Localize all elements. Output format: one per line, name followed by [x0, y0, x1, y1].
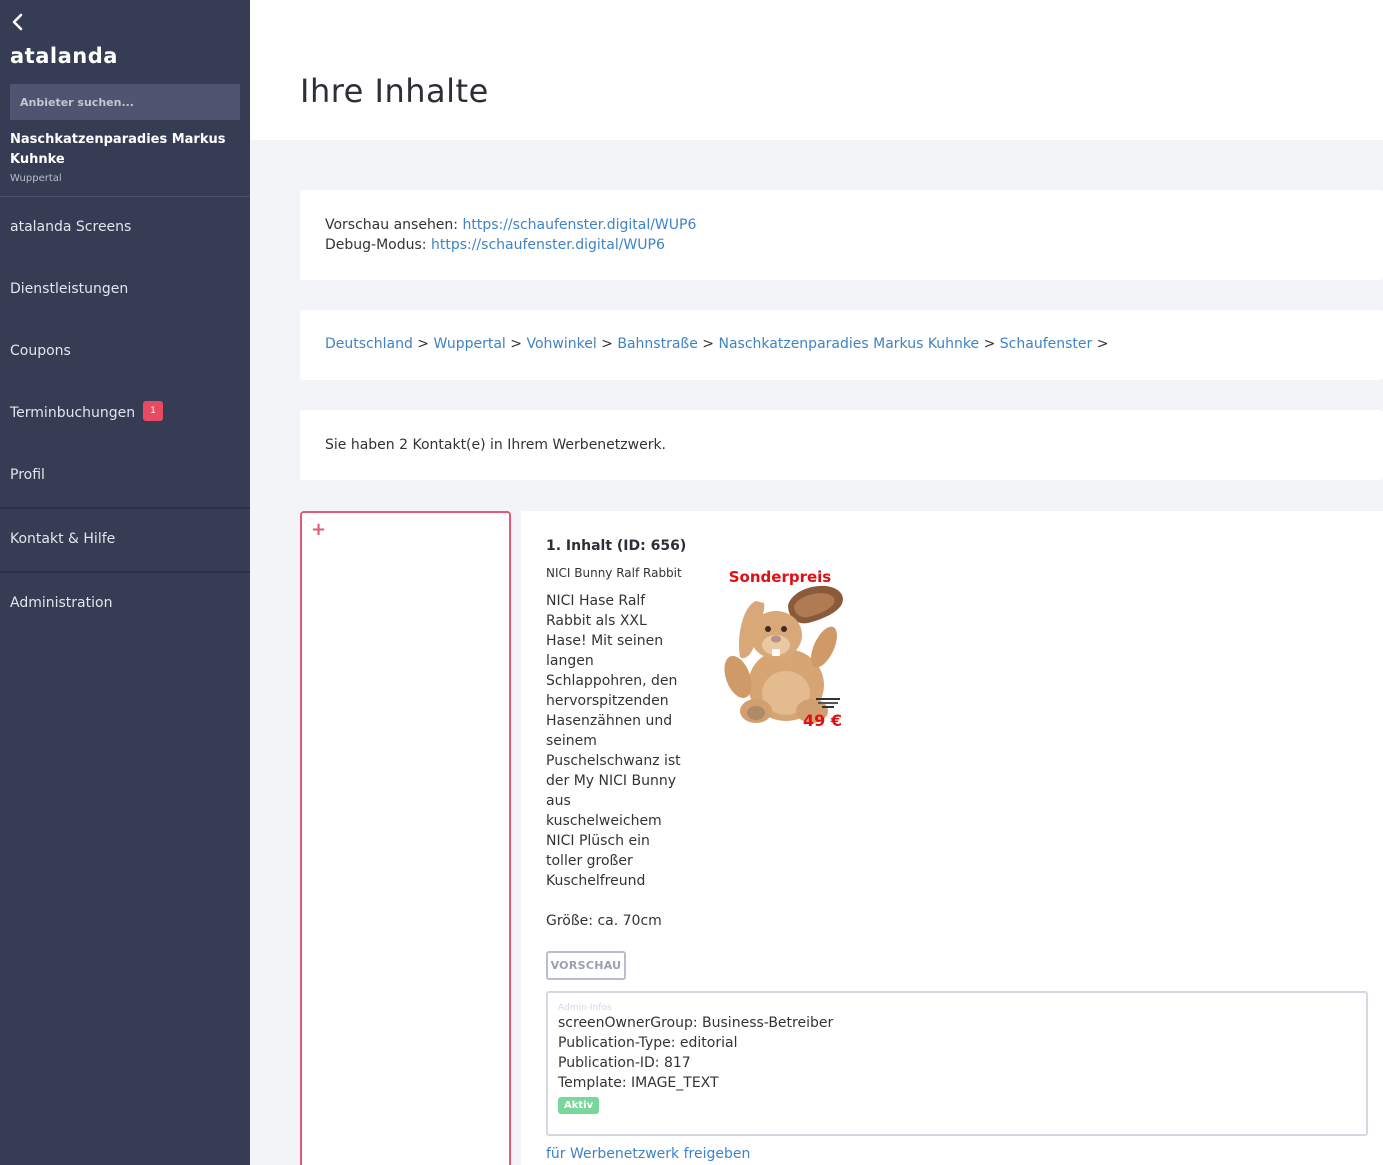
preview-link[interactable]: https://schaufenster.digital/WUP6 — [462, 217, 696, 233]
page-header: Ihre Inhalte — [250, 0, 1383, 140]
breadcrumb-item[interactable]: Schaufenster — [1000, 336, 1092, 352]
sidebar-item-label: Dienstleistungen — [10, 281, 129, 297]
content-title: 1. Inhalt (ID: 656) — [546, 538, 687, 554]
preview-line: Vorschau ansehen: https://schaufenster.d… — [325, 215, 1358, 235]
debug-label: Debug-Modus: — [325, 237, 431, 253]
notification-badge: 1 — [143, 401, 164, 421]
admin-template: Template: IMAGE_TEXT — [558, 1075, 719, 1091]
sidebar-item-screens[interactable]: atalanda Screens — [0, 197, 250, 259]
status-badge: Aktiv — [558, 1097, 600, 1114]
breadcrumb-item[interactable]: Vohwinkel — [526, 336, 596, 352]
sidebar: atalanda Naschkatzenparadies Markus Kuhn… — [0, 0, 250, 1165]
admin-publication-type: Publication-Type: editorial — [558, 1035, 738, 1051]
image-price: 49 € — [803, 711, 842, 727]
share-network-link[interactable]: für Werbenetzwerk freigeben — [546, 1146, 750, 1162]
admin-owner-group: screenOwnerGroup: Business-Betreiber — [558, 1015, 834, 1031]
brand-logo: atalanda — [10, 44, 118, 68]
sidebar-nav: atalanda Screens Dienstleistungen Coupon… — [0, 197, 250, 635]
sidebar-item-label: Profil — [10, 467, 45, 483]
search-input[interactable] — [10, 84, 240, 120]
sidebar-item-label: Terminbuchungen — [10, 405, 136, 421]
chevron-left-icon[interactable] — [8, 10, 28, 34]
sidebar-item-coupons[interactable]: Coupons — [0, 321, 250, 383]
breadcrumb-item[interactable]: Deutschland — [325, 336, 413, 352]
product-image: Sonderpreis 49 € — [714, 565, 846, 727]
admin-publication-id: Publication-ID: 817 — [558, 1055, 691, 1071]
admin-info-label: Admin-Infos — [558, 1003, 612, 1013]
preview-button[interactable]: VORSCHAU — [546, 951, 626, 980]
contacts-card: Sie haben 2 Kontakt(e) in Ihrem Werbenet… — [300, 410, 1383, 480]
breadcrumb: Deutschland > Wuppertal > Vohwinkel > Ba… — [300, 310, 1383, 380]
sidebar-item-label: Kontakt & Hilfe — [10, 531, 116, 547]
sidebar-item-profile[interactable]: Profil — [0, 445, 250, 507]
preview-links-card: Vorschau ansehen: https://schaufenster.d… — [300, 190, 1383, 280]
breadcrumb-item[interactable]: Bahnstraße — [617, 336, 697, 352]
debug-link[interactable]: https://schaufenster.digital/WUP6 — [431, 237, 665, 253]
content-description: NICI Hase Ralf Rabbit als XXL Hase! Mit … — [546, 593, 681, 929]
breadcrumb-item[interactable]: Naschkatzenparadies Markus Kuhnke — [719, 336, 980, 352]
shop-city: Wuppertal — [10, 173, 62, 184]
image-heading: Sonderpreis — [729, 568, 832, 586]
sidebar-item-label: atalanda Screens — [10, 219, 132, 235]
contacts-text: Sie haben 2 Kontakt(e) in Ihrem Werbenet… — [325, 437, 667, 453]
add-content-box[interactable]: + — [300, 511, 511, 1165]
shop-name: Naschkatzenparadies Markus Kuhnke — [10, 132, 226, 167]
plus-icon[interactable]: + — [311, 521, 326, 539]
content-card: 1. Inhalt (ID: 656) NICI Bunny Ralf Rabb… — [521, 511, 1383, 1165]
sidebar-item-contact[interactable]: Kontakt & Hilfe — [0, 509, 250, 571]
sidebar-item-services[interactable]: Dienstleistungen — [0, 259, 250, 321]
debug-line: Debug-Modus: https://schaufenster.digita… — [325, 235, 1358, 255]
page-title: Ihre Inhalte — [300, 72, 489, 110]
sidebar-item-bookings[interactable]: Terminbuchungen 1 — [0, 383, 250, 445]
admin-info-box: Admin-Infos screenOwnerGroup: Business-B… — [546, 991, 1368, 1136]
preview-label: Vorschau ansehen: — [325, 217, 463, 233]
breadcrumb-item[interactable]: Wuppertal — [434, 336, 506, 352]
sidebar-item-administration[interactable]: Administration — [0, 573, 250, 635]
content-subtitle: NICI Bunny Ralf Rabbit — [546, 566, 682, 580]
sidebar-item-label: Coupons — [10, 343, 71, 359]
sidebar-item-label: Administration — [10, 595, 113, 611]
